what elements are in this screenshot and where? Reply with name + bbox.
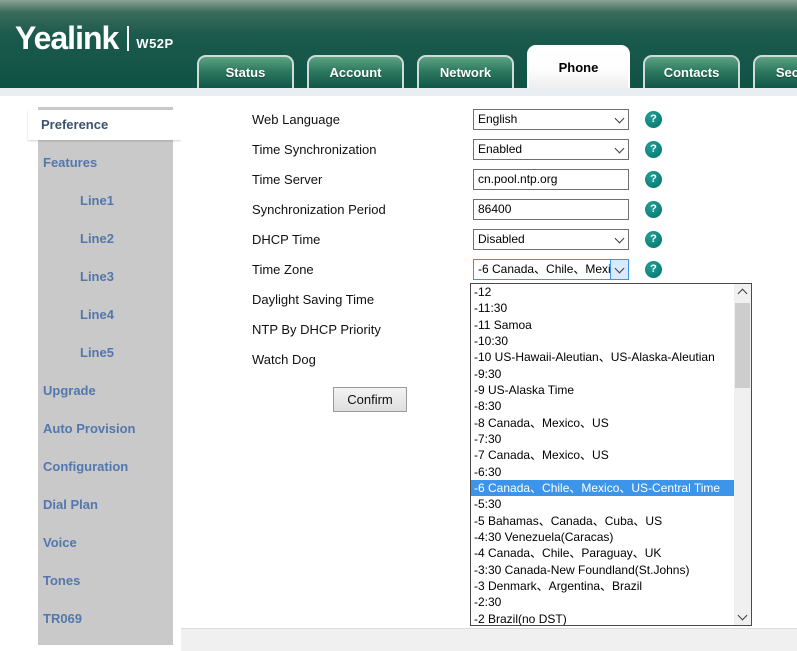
sidebar-item-line3[interactable]: Line3 (38, 262, 173, 292)
confirm-button[interactable]: Confirm (333, 387, 407, 412)
select-value: English (478, 112, 518, 126)
timezone-option[interactable]: -12 (471, 284, 734, 300)
select-value: Disabled (478, 232, 525, 246)
scroll-down-button[interactable] (734, 608, 751, 625)
select-value: Enabled (478, 142, 523, 156)
sidebar-item-line1[interactable]: Line1 (38, 186, 173, 216)
form-row-time-server: Time Server cn.pool.ntp.org? (252, 165, 792, 195)
chevron-down-icon (614, 143, 625, 153)
sidebar-item-tr069[interactable]: TR069 (38, 604, 173, 634)
chevron-down-icon (611, 140, 628, 159)
daylight-saving-time-label: Daylight Saving Time (252, 292, 375, 307)
form-row-synchronization-period: Synchronization Period 86400? (252, 195, 792, 225)
form-row-time-zone: Time Zone -6 Canada、Chile、Mexic? (252, 255, 792, 285)
timezone-option[interactable]: -2 Brazil(no DST) (471, 611, 734, 625)
web-language-label: Web Language (252, 112, 340, 127)
sidebar-item-line2[interactable]: Line2 (38, 224, 173, 254)
tab-account[interactable]: Account (307, 55, 404, 88)
help-icon[interactable]: ? (645, 231, 662, 248)
sidebar-item-configuration[interactable]: Configuration (38, 452, 173, 482)
scroll-up-button[interactable] (734, 284, 751, 301)
sidebar-item-auto-provision[interactable]: Auto Provision (38, 414, 173, 444)
help-icon[interactable]: ? (645, 261, 662, 278)
sidebar-item-features[interactable]: Features (38, 148, 173, 178)
logo-model-text: W52P (136, 36, 174, 51)
page-footer-area (181, 628, 797, 651)
tab-phone[interactable]: Phone (527, 45, 630, 88)
timezone-option[interactable]: -7:30 (471, 431, 734, 447)
timezone-option[interactable]: -3 Denmark、Argentina、Brazil (471, 578, 734, 594)
help-icon[interactable]: ? (645, 111, 662, 128)
synchronization-period-input[interactable]: 86400 (473, 199, 629, 220)
sidebar-item-voice[interactable]: Voice (38, 528, 173, 558)
timezone-option[interactable]: -6:30 (471, 464, 734, 480)
sidebar-item-line4[interactable]: Line4 (38, 300, 173, 330)
chevron-down-icon (614, 263, 625, 273)
yealink-logo: Yealink W52P (15, 22, 174, 54)
time-zone-select[interactable]: -6 Canada、Chile、Mexic (473, 259, 629, 280)
dhcp-time-label: DHCP Time (252, 232, 321, 247)
select-value: -6 Canada、Chile、Mexic (478, 262, 610, 276)
help-icon[interactable]: ? (645, 201, 662, 218)
logo-text: Yealink (15, 20, 119, 56)
sidebar-item-dial-plan[interactable]: Dial Plan (38, 490, 173, 520)
tab-bar: Status Account Network Phone Contacts Securit… (197, 45, 797, 88)
sidebar-item-upgrade[interactable]: Upgrade (38, 376, 173, 406)
sidebar-item-tones[interactable]: Tones (38, 566, 173, 596)
chevron-down-icon (614, 113, 625, 123)
help-icon[interactable]: ? (645, 171, 662, 188)
tab-contacts[interactable]: Contacts (643, 55, 740, 88)
timezone-option[interactable]: -5 Bahamas、Canada、Cuba、US (471, 513, 734, 529)
time-synchronization-label: Time Synchronization (252, 142, 377, 157)
logo-divider (127, 26, 130, 51)
chevron-down-icon (610, 260, 628, 279)
time-server-label: Time Server (252, 172, 323, 187)
timezone-option[interactable]: -4 Canada、Chile、Paraguay、UK (471, 545, 734, 561)
chevron-up-icon (737, 288, 748, 299)
ntp-by-dhcp-priority-label: NTP By DHCP Priority (252, 322, 381, 337)
timezone-option[interactable]: -11 Samoa (471, 317, 734, 333)
synchronization-period-label: Synchronization Period (252, 202, 386, 217)
timezone-option[interactable]: -10:30 (471, 333, 734, 349)
form-row-time-synchronization: Time Synchronization Enabled? (252, 135, 792, 165)
timezone-dropdown: -12 -11:30 -11 Samoa -10:30 -10 US-Hawaii-Al… (470, 283, 752, 626)
tab-network[interactable]: Network (417, 55, 514, 88)
timezone-option-list: -12 -11:30 -11 Samoa -10:30 -10 US-Hawaii-Al… (471, 284, 734, 625)
timezone-option[interactable]: -8 Canada、Mexico、US (471, 415, 734, 431)
timezone-option[interactable]: -11:30 (471, 300, 734, 316)
tab-security[interactable]: Security (753, 55, 797, 88)
timezone-option[interactable]: -5:30 (471, 496, 734, 512)
timezone-option[interactable]: -3:30 Canada-New Foundland(St.Johns) (471, 562, 734, 578)
form-row-web-language: Web Language English? (252, 105, 792, 135)
tab-status[interactable]: Status (197, 55, 294, 88)
timezone-option[interactable]: -6 Canada、Chile、Mexico、US-Central Time (471, 479, 734, 497)
chevron-down-icon (611, 230, 628, 249)
dropdown-scrollbar[interactable] (734, 284, 751, 625)
time-zone-label: Time Zone (252, 262, 314, 277)
chevron-down-icon (737, 610, 748, 621)
header-underline (0, 88, 797, 96)
sidebar-item-line5[interactable]: Line5 (38, 338, 173, 368)
timezone-option[interactable]: -8:30 (471, 398, 734, 414)
timezone-option[interactable]: -4:30 Venezuela(Caracas) (471, 529, 734, 545)
chevron-down-icon (611, 110, 628, 129)
watch-dog-label: Watch Dog (252, 352, 316, 367)
timezone-option[interactable]: -7 Canada、Mexico、US (471, 447, 734, 463)
timezone-option[interactable]: -10 US-Hawaii-Aleutian、US-Alaska-Aleutia… (471, 349, 734, 365)
time-synchronization-select[interactable]: Enabled (473, 139, 629, 160)
chevron-down-icon (614, 233, 625, 243)
web-language-select[interactable]: English (473, 109, 629, 130)
timezone-option[interactable]: -9 US-Alaska Time (471, 382, 734, 398)
timezone-option[interactable]: -2:30 (471, 594, 734, 610)
help-icon[interactable]: ? (645, 141, 662, 158)
dhcp-time-select[interactable]: Disabled (473, 229, 629, 250)
sidebar-item-preference[interactable]: Preference (28, 110, 181, 140)
header: Yealink W52P Status Account Network Phone Co… (0, 0, 797, 88)
scrollbar-thumb[interactable] (735, 303, 750, 388)
sidebar: Preference Features Line1 Line2 Line3 Line4 Li… (28, 107, 181, 645)
time-server-input[interactable]: cn.pool.ntp.org (473, 169, 629, 190)
timezone-option[interactable]: -9:30 (471, 366, 734, 382)
form-row-dhcp-time: DHCP Time Disabled? (252, 225, 792, 255)
yealink-web-ui: Yealink W52P Status Account Network Phone Co… (0, 0, 797, 651)
